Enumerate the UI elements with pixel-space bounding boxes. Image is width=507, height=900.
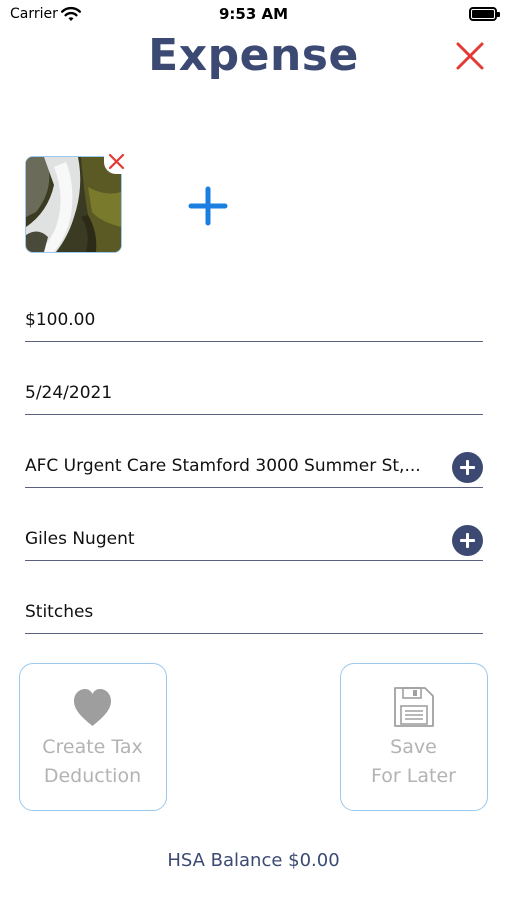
save-document-icon (394, 687, 434, 727)
page-title: Expense (148, 30, 359, 81)
status-bar: Carrier 9:53 AM (0, 0, 507, 30)
amount-value: $100.00 (25, 310, 96, 330)
date-value: 5/24/2021 (25, 383, 113, 403)
amount-field[interactable]: $100.00 (25, 302, 483, 342)
remove-icon[interactable] (104, 150, 128, 174)
waterfall-photo-thumbnail (26, 157, 121, 252)
tax-deduction-label-line2: Deduction (43, 765, 142, 787)
description-value: Stitches (25, 602, 94, 622)
save-label-line1: Save (390, 736, 437, 758)
provider-field[interactable]: AFC Urgent Care Stamford 3000 Summer St,… (25, 448, 483, 488)
description-field[interactable]: Stitches (25, 594, 483, 634)
save-label-line2: For Later (371, 765, 456, 787)
close-icon[interactable] (454, 40, 486, 72)
hsa-balance: HSA Balance $0.00 (167, 850, 340, 871)
status-time: 9:53 AM (218, 5, 289, 23)
patient-value: Giles Nugent (25, 529, 135, 549)
patient-field[interactable]: Giles Nugent (25, 521, 483, 561)
date-field[interactable]: 5/24/2021 (25, 375, 483, 415)
provider-value: AFC Urgent Care Stamford 3000 Summer St,… (25, 456, 421, 476)
add-provider-icon[interactable] (452, 452, 483, 483)
create-tax-deduction-button[interactable]: Create Tax Deduction (19, 663, 167, 811)
plus-icon[interactable] (186, 184, 230, 228)
tax-deduction-label-line1: Create Tax (42, 736, 143, 758)
save-for-later-button[interactable]: Save For Later (340, 663, 488, 811)
battery-icon (469, 7, 500, 21)
heart-icon (74, 689, 111, 726)
add-patient-icon[interactable] (452, 525, 483, 556)
